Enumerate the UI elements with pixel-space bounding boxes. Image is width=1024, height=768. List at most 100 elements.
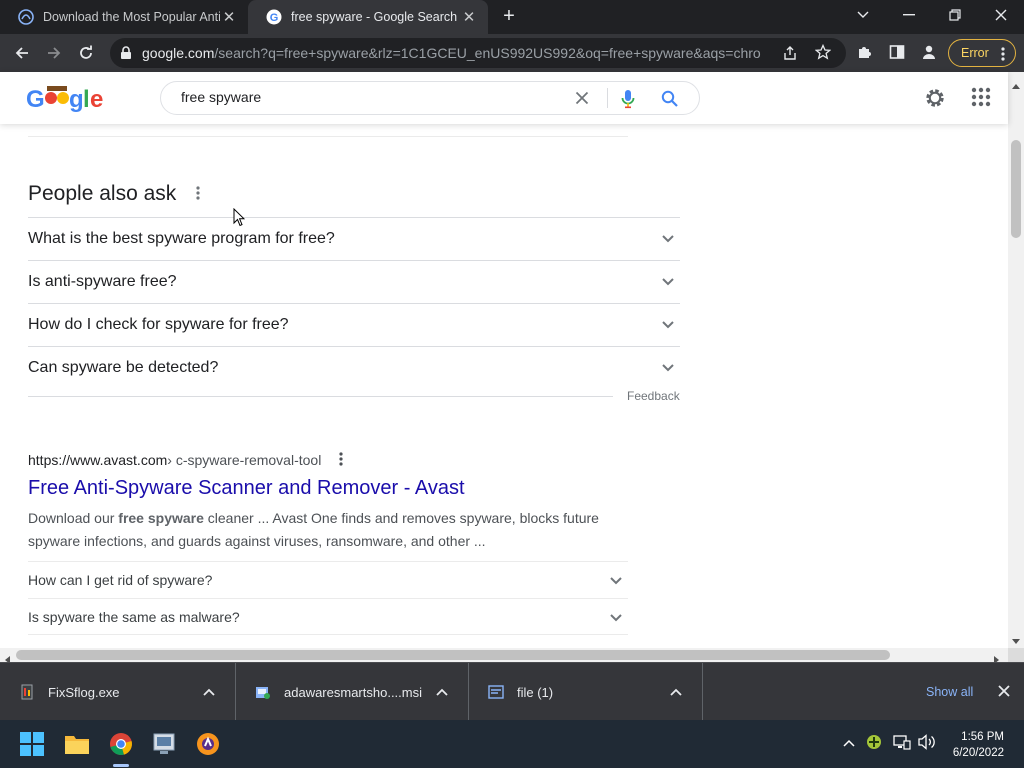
settings-gear-icon[interactable]	[923, 86, 947, 115]
msi-installer-icon	[254, 683, 272, 701]
chrome-taskbar-icon[interactable]	[105, 728, 137, 760]
forward-arrow-icon[interactable]	[40, 39, 68, 67]
search-results: People also ask What is the best spyware…	[0, 124, 1008, 648]
download-shelf: FixSflog.exe adawaresmartsho....msi file…	[0, 662, 1024, 721]
chevron-down-icon	[610, 609, 622, 625]
tab-title: Download the Most Popular Anti	[43, 10, 220, 24]
network-icon[interactable]	[893, 734, 911, 755]
browser-toolbar: google.com/search?q=free+spyware&rlz=1C1…	[0, 34, 1024, 72]
google-search-header: G g l e	[0, 72, 1008, 124]
tab-google-search[interactable]: G free spyware - Google Search ✕	[248, 0, 488, 34]
chevron-up-icon[interactable]	[199, 688, 219, 696]
paa-question[interactable]: How do I check for spyware for free?	[28, 303, 680, 346]
tab-search-chevron-icon[interactable]	[840, 0, 886, 30]
svg-text:g: g	[69, 86, 84, 113]
voice-search-mic-icon[interactable]	[621, 89, 635, 114]
people-also-ask-heading: People also ask	[28, 182, 177, 205]
result-snippet: Download our free spyware cleaner ... Av…	[28, 507, 628, 553]
result-faq-item[interactable]: Is spyware the same as malware?	[28, 598, 628, 635]
google-favicon-icon: G	[266, 9, 282, 25]
paa-question[interactable]: Is anti-spyware free?	[28, 260, 680, 303]
menu-kebab-icon[interactable]	[1001, 46, 1005, 65]
paa-question[interactable]: What is the best spyware program for fre…	[28, 217, 680, 260]
windows-start-icon[interactable]	[16, 728, 48, 760]
chevron-down-icon	[662, 316, 674, 334]
installer-app-icon[interactable]	[148, 728, 180, 760]
result-more-options-icon[interactable]	[339, 451, 343, 469]
result-faq-list: How can I get rid of spyware? Is spyware…	[28, 561, 628, 635]
download-item[interactable]: adawaresmartsho....msi	[236, 663, 469, 721]
google-doodle-logo[interactable]: G g l e	[26, 82, 104, 114]
adaware-tray-icon[interactable]	[866, 734, 882, 755]
close-shelf-icon[interactable]	[998, 684, 1010, 702]
snippet-highlight: free spyware	[118, 510, 204, 526]
search-box[interactable]	[160, 81, 700, 115]
share-icon[interactable]	[782, 45, 798, 66]
new-tab-plus-icon[interactable]: +	[498, 6, 520, 28]
people-also-ask-list: What is the best spyware program for fre…	[28, 217, 680, 389]
snippet-text: Download our	[28, 510, 119, 526]
chevron-up-icon[interactable]	[666, 688, 686, 696]
profile-avatar-icon[interactable]	[921, 44, 937, 65]
svg-text:G: G	[26, 86, 45, 113]
tab-close-icon[interactable]: ✕	[460, 8, 478, 26]
search-result-avast: https://www.avast.com › c-spyware-remova…	[28, 451, 628, 635]
download-item[interactable]: FixSflog.exe	[0, 663, 236, 721]
search-input[interactable]	[181, 89, 561, 105]
divider	[28, 396, 613, 397]
tab-title: free spyware - Google Search	[291, 10, 458, 24]
window-close-icon[interactable]	[978, 0, 1024, 30]
address-bar[interactable]: google.com/search?q=free+spyware&rlz=1C1…	[110, 38, 846, 68]
reload-icon[interactable]	[72, 39, 100, 67]
paa-question-text: Is anti-spyware free?	[28, 273, 177, 290]
paa-more-options-icon[interactable]	[196, 186, 200, 205]
tray-overflow-chevron-icon[interactable]	[843, 735, 855, 753]
system-clock[interactable]: 1:56 PM 6/20/2022	[940, 729, 1004, 761]
result-faq-item[interactable]: How can I get rid of spyware?	[28, 561, 628, 598]
chevron-down-icon	[610, 572, 622, 588]
clear-search-icon[interactable]	[575, 91, 589, 110]
vertical-scrollbar[interactable]	[1008, 72, 1024, 648]
active-app-indicator	[113, 764, 129, 767]
file-explorer-icon[interactable]	[61, 728, 93, 760]
paa-question[interactable]: Can spyware be detected?	[28, 346, 680, 389]
tab-close-icon[interactable]: ✕	[220, 8, 238, 26]
result-cite[interactable]: https://www.avast.com › c-spyware-remova…	[28, 451, 628, 469]
tab-avast-download[interactable]: Download the Most Popular Anti ✕	[0, 0, 248, 34]
scrollbar-corner	[1008, 648, 1024, 662]
volume-icon[interactable]	[918, 734, 936, 755]
result-title-link[interactable]: Free Anti-Spyware Scanner and Remover - …	[28, 477, 628, 500]
avast-browser-icon[interactable]	[192, 728, 224, 760]
paa-question-text: What is the best spyware program for fre…	[28, 230, 335, 247]
restore-icon[interactable]	[932, 0, 978, 30]
show-all-downloads-link[interactable]: Show all	[926, 685, 973, 699]
paa-question-text: How do I check for spyware for free?	[28, 316, 289, 333]
chevron-down-icon	[662, 230, 674, 248]
faq-question-text: How can I get rid of spyware?	[28, 572, 213, 588]
clock-date: 6/20/2022	[952, 747, 1004, 759]
extensions-puzzle-icon[interactable]	[857, 44, 873, 65]
download-filename: file (1)	[517, 684, 554, 700]
bookmark-star-icon[interactable]	[814, 43, 832, 65]
search-divider	[607, 88, 608, 108]
back-arrow-icon[interactable]	[8, 39, 36, 67]
horizontal-scrollbar[interactable]	[0, 648, 1008, 664]
search-magnifier-icon[interactable]	[661, 90, 679, 113]
minimize-icon[interactable]	[886, 0, 932, 30]
side-panel-icon[interactable]	[889, 44, 905, 65]
url-text[interactable]: google.com/search?q=free+spyware&rlz=1C1…	[142, 45, 762, 61]
vertical-scroll-thumb[interactable]	[1011, 140, 1021, 238]
feedback-link[interactable]: Feedback	[627, 389, 680, 403]
scroll-up-arrow-icon[interactable]	[1012, 76, 1020, 94]
horizontal-scroll-thumb[interactable]	[16, 650, 890, 660]
download-item[interactable]: file (1)	[469, 663, 703, 721]
tab-strip: Download the Most Popular Anti ✕ G free …	[0, 0, 1024, 34]
google-apps-grid-icon[interactable]	[971, 87, 991, 112]
chevron-up-icon[interactable]	[432, 688, 452, 696]
chevron-down-icon	[662, 359, 674, 377]
profile-error-button[interactable]: Error	[948, 39, 1016, 67]
url-host: google.com	[142, 45, 215, 61]
svg-text:e: e	[90, 86, 103, 113]
download-filename: FixSflog.exe	[48, 684, 120, 700]
lock-icon[interactable]	[120, 46, 132, 65]
